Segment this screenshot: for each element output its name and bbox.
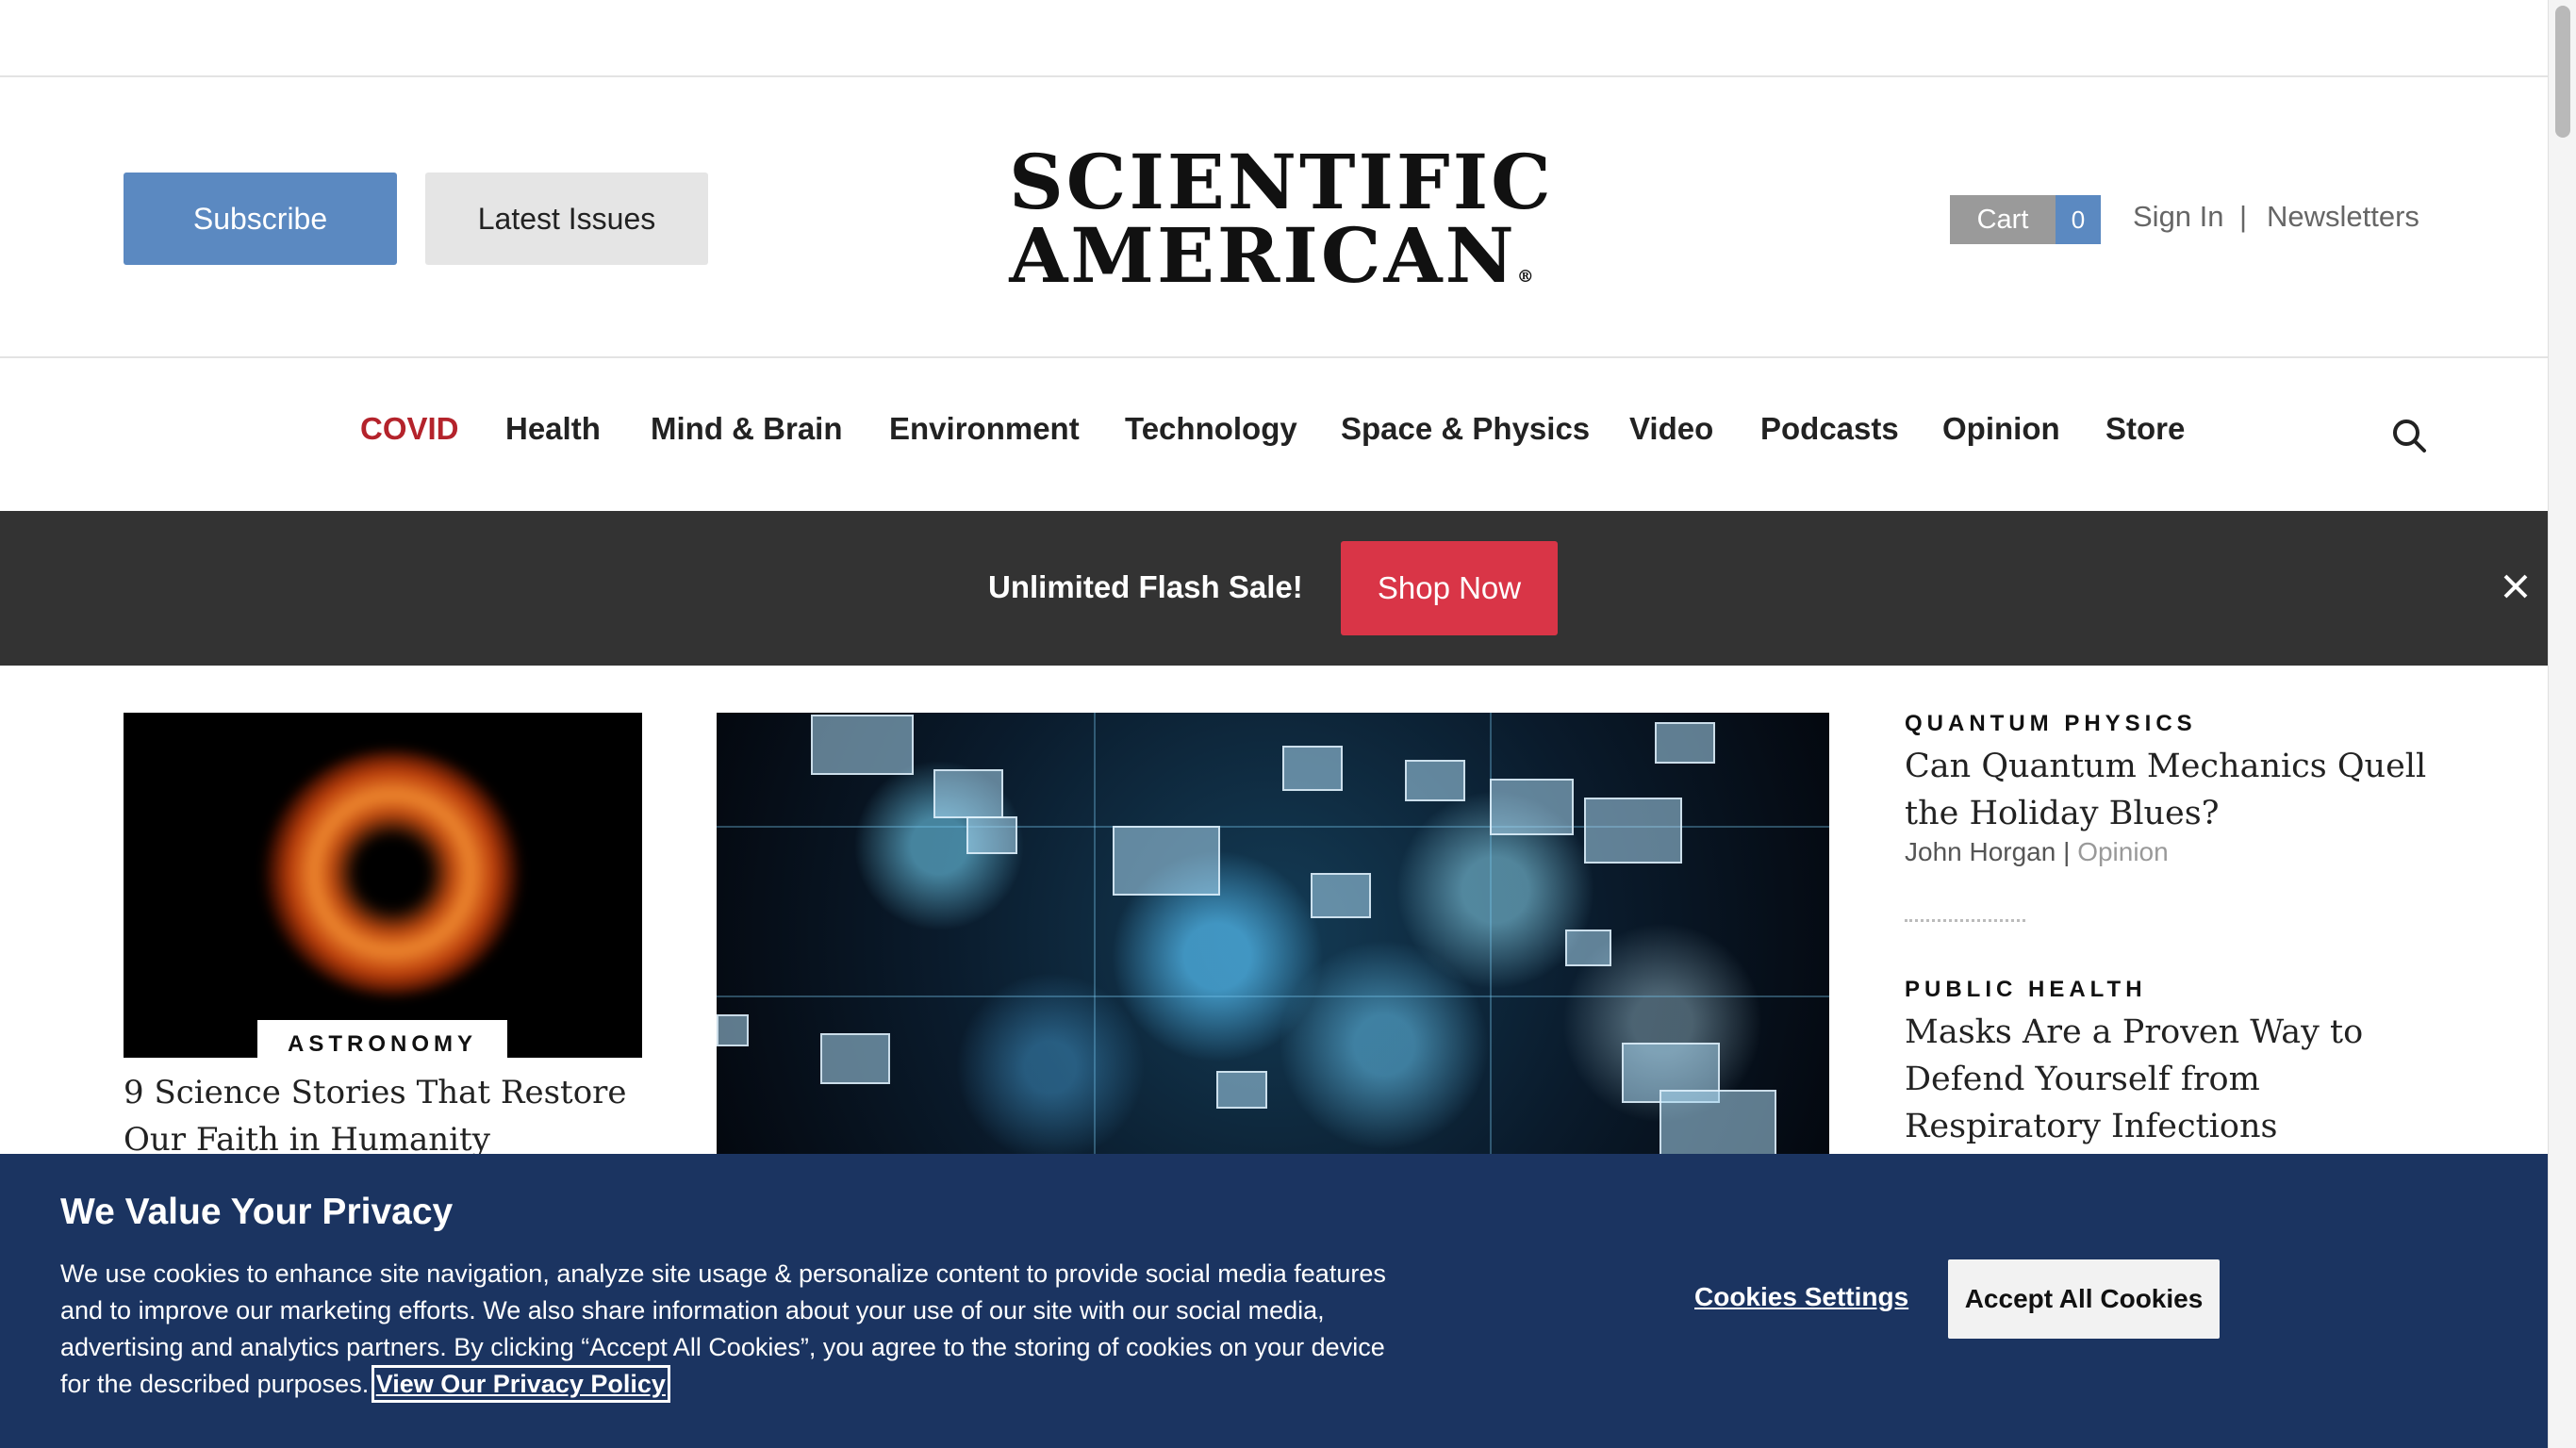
nav-item-space-physics[interactable]: Space & Physics <box>1341 411 1590 447</box>
image-tile <box>820 1033 890 1084</box>
newsletters-link[interactable]: Newsletters <box>2267 200 2419 234</box>
category-tag[interactable]: ASTRONOMY <box>257 1020 507 1060</box>
cookie-consent-banner: We Value Your Privacy We use cookies to … <box>0 1154 2548 1448</box>
privacy-policy-link[interactable]: View Our Privacy Policy <box>371 1365 670 1403</box>
image-tile <box>717 1014 749 1046</box>
top-strip <box>0 0 2548 77</box>
image-tile <box>966 816 1017 854</box>
image-tile <box>1311 873 1371 918</box>
nav-item-store[interactable]: Store <box>2105 411 2185 447</box>
image-line <box>1094 713 1096 1156</box>
header-separator: | <box>2239 200 2248 233</box>
author-name[interactable]: John Horgan <box>1905 837 2056 866</box>
subscribe-button[interactable]: Subscribe <box>124 173 397 265</box>
image-tile <box>1216 1071 1267 1109</box>
image-tile <box>1655 722 1715 764</box>
image-tile <box>1113 826 1220 896</box>
nav-item-mind-brain[interactable]: Mind & Brain <box>651 411 843 447</box>
article-type[interactable]: Opinion <box>2077 837 2169 866</box>
category-tag[interactable]: PUBLIC HEALTH <box>1905 977 2147 1003</box>
latest-issues-button[interactable]: Latest Issues <box>425 173 708 265</box>
feature-article-image[interactable] <box>717 713 1829 1156</box>
byline-separator: | <box>2063 837 2071 866</box>
cart-button[interactable]: Cart 0 <box>1950 195 2101 244</box>
article-byline: John Horgan | Opinion <box>1905 837 2169 867</box>
accept-all-cookies-button[interactable]: Accept All Cookies <box>1948 1259 2220 1339</box>
privacy-body: We use cookies to enhance site navigatio… <box>60 1256 1399 1403</box>
privacy-title: We Value Your Privacy <box>60 1192 454 1232</box>
promo-banner: Unlimited Flash Sale! Shop Now <box>0 511 2548 666</box>
article-title[interactable]: 9 Science Stories That Restore Our Faith… <box>124 1069 652 1163</box>
article-title[interactable]: Can Quantum Mechanics Quell the Holiday … <box>1905 743 2433 837</box>
promo-text: Unlimited Flash Sale! <box>988 569 1303 604</box>
site-logo[interactable]: SCIENTIFIC AMERICAN® <box>1009 138 1554 296</box>
astronomy-article-image[interactable] <box>124 713 642 1058</box>
image-tile <box>1565 930 1611 966</box>
cookies-settings-button[interactable]: Cookies Settings <box>1694 1282 1908 1312</box>
close-icon[interactable] <box>2501 571 2531 601</box>
image-tile <box>1405 760 1465 801</box>
nav-item-technology[interactable]: Technology <box>1125 411 1297 447</box>
image-tile <box>1490 779 1574 835</box>
divider <box>1905 919 2025 922</box>
scrollbar[interactable] <box>2548 0 2576 1448</box>
image-tile <box>933 769 1003 818</box>
search-icon[interactable] <box>2390 417 2428 454</box>
site-header: Subscribe Latest Issues SCIENTIFIC AMERI… <box>0 77 2548 358</box>
registered-mark: ® <box>1516 267 1537 287</box>
main-nav: COVID Health Mind & Brain Environment Te… <box>0 358 2548 509</box>
cart-label: Cart <box>1950 195 2056 244</box>
black-hole-glow <box>265 750 520 996</box>
nav-item-opinion[interactable]: Opinion <box>1942 411 2060 447</box>
category-tag[interactable]: QUANTUM PHYSICS <box>1905 711 2197 737</box>
privacy-text: We use cookies to enhance site navigatio… <box>60 1259 1386 1398</box>
image-tile <box>1584 798 1682 864</box>
image-tile <box>811 715 914 775</box>
logo-line-2: AMERICAN® <box>1009 218 1537 314</box>
logo-line-2-text: AMERICAN <box>1009 211 1517 300</box>
image-tile <box>1282 746 1343 791</box>
sign-in-link[interactable]: Sign In <box>2133 200 2224 234</box>
logo-line-1: SCIENTIFIC <box>1009 138 1554 226</box>
nav-item-environment[interactable]: Environment <box>889 411 1080 447</box>
nav-item-health[interactable]: Health <box>505 411 601 447</box>
cart-count-badge: 0 <box>2056 195 2101 244</box>
scroll-thumb[interactable] <box>2555 6 2570 138</box>
nav-item-video[interactable]: Video <box>1629 411 1713 447</box>
nav-item-podcasts[interactable]: Podcasts <box>1760 411 1899 447</box>
image-tile <box>1660 1090 1776 1156</box>
shop-now-button[interactable]: Shop Now <box>1341 541 1558 635</box>
nav-item-covid[interactable]: COVID <box>360 411 459 447</box>
image-line <box>717 996 1829 997</box>
article-title[interactable]: Masks Are a Proven Way to Defend Yoursel… <box>1905 1009 2433 1150</box>
